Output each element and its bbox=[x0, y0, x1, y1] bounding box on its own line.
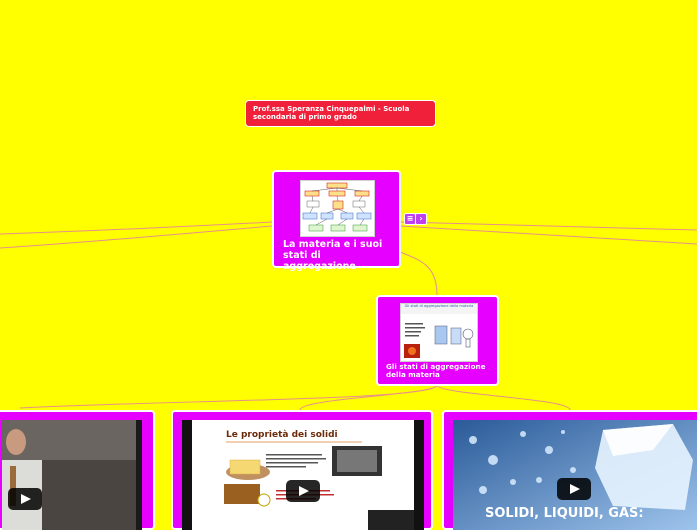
video-teacher[interactable] bbox=[2, 420, 142, 530]
video-node-teacher[interactable] bbox=[0, 410, 155, 530]
solids-video-frame bbox=[224, 441, 414, 530]
states-thumbnail-title: Gli stati di aggregazione della materia bbox=[404, 304, 474, 308]
play-icon[interactable] bbox=[286, 480, 320, 502]
video-states[interactable]: SOLIDI, LIQUIDI, GAS: bbox=[453, 420, 697, 530]
video-node-states[interactable]: SOLIDI, LIQUIDI, GAS: bbox=[442, 410, 697, 530]
central-node-label: La materia e i suoi stati di aggregazion… bbox=[283, 239, 383, 272]
sub-node-label: Gli stati di aggregazione della materia bbox=[386, 362, 486, 380]
connector-to-sub bbox=[399, 251, 438, 296]
concept-map-thumbnail[interactable] bbox=[300, 180, 375, 237]
connector-left-1 bbox=[0, 221, 273, 235]
states-video-title: SOLIDI, LIQUIDI, GAS: bbox=[485, 506, 644, 521]
play-icon[interactable] bbox=[557, 478, 591, 500]
collapse-icon[interactable]: › bbox=[415, 213, 427, 225]
connector-left-2 bbox=[0, 225, 273, 249]
play-icon[interactable] bbox=[8, 488, 42, 510]
header-node[interactable]: Prof.ssa Speranza Cinquepalmi - Scuola s… bbox=[245, 100, 436, 127]
sub-node[interactable]: Gli stati di aggregazione della materia … bbox=[376, 295, 499, 386]
states-of-matter-icon bbox=[401, 304, 477, 358]
teacher-video-frame bbox=[2, 420, 142, 530]
concept-map-icon bbox=[302, 182, 372, 232]
mind-map-canvas[interactable]: Prof.ssa Speranza Cinquepalmi - Scuola s… bbox=[0, 0, 697, 530]
connector-sub-video-2 bbox=[436, 384, 571, 411]
header-node-text: Prof.ssa Speranza Cinquepalmi - Scuola s… bbox=[253, 105, 410, 122]
central-node[interactable]: La materia e i suoi stati di aggregazion… bbox=[272, 170, 401, 272]
video-node-solids[interactable]: Le proprietà dei solidi bbox=[171, 410, 433, 530]
video-solids[interactable]: Le proprietà dei solidi bbox=[182, 420, 424, 530]
states-of-matter-thumbnail[interactable]: Gli stati di aggregazione della materia bbox=[400, 303, 478, 362]
